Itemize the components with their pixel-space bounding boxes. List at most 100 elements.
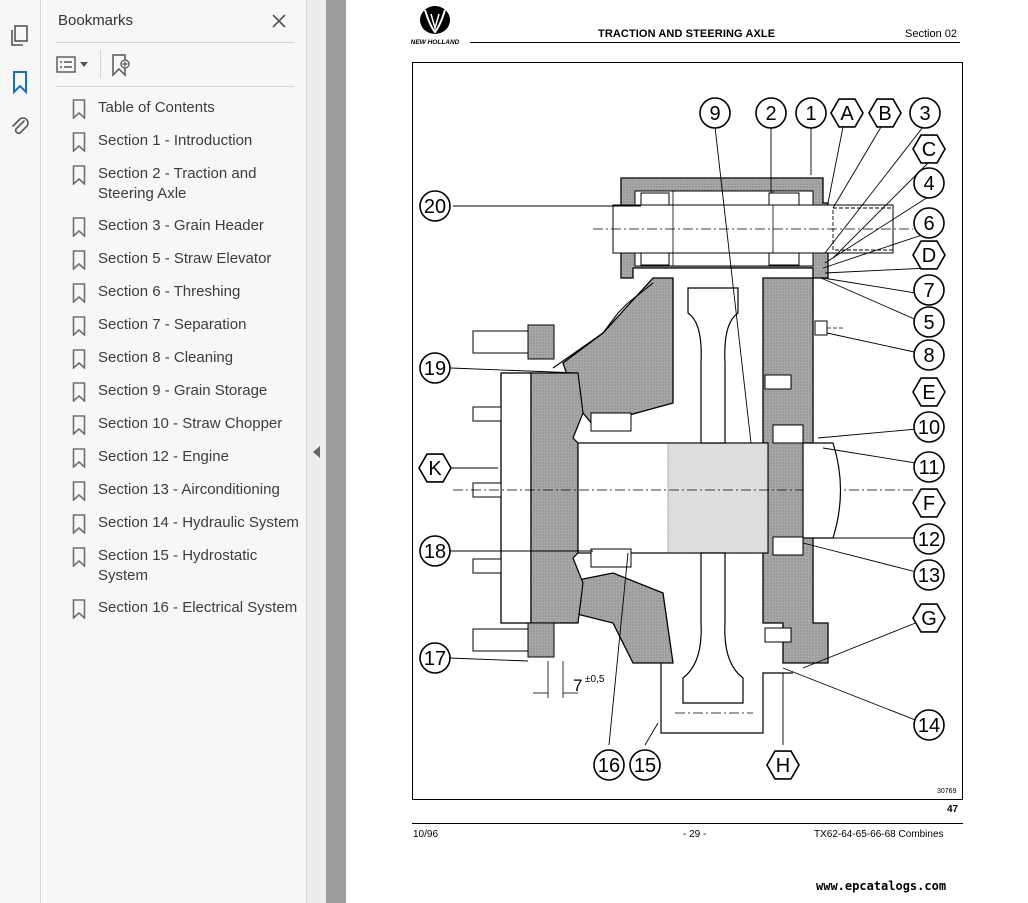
footer-rule: [412, 823, 963, 824]
add-bookmark-icon: [112, 54, 130, 77]
drawing-id: 30769: [937, 788, 957, 795]
callout-hexagon: C: [912, 134, 946, 164]
panel-collapse-gutter[interactable]: [307, 0, 326, 903]
bookmark-label: Section 9 - Grain Storage: [98, 382, 268, 399]
bookmark-label: Section 14 - Hydraulic System: [98, 514, 299, 531]
callout-circle: 6: [913, 207, 945, 239]
callout-hexagon: G: [912, 603, 946, 633]
callout-circle: 4: [913, 167, 945, 199]
footer-date: 10/96: [413, 829, 439, 840]
logo-text: NEW HOLLAND: [411, 39, 460, 46]
bookmark-list: Table of Contents Section 1 - Introductio…: [72, 98, 304, 631]
svg-text:H: H: [776, 755, 790, 777]
callout-circle: 2: [755, 97, 787, 129]
bookmark-icon: [72, 481, 86, 501]
callout-circle: 19: [419, 352, 451, 384]
bookmark-label: Section 1 - Introduction: [98, 132, 253, 149]
svg-text:E: E: [922, 382, 935, 404]
callout-hexagon: A: [830, 98, 864, 128]
axle-cross-section-figure: 7 ±0,5 1 2 3 4 5 6 7 8 9 10 11 12 13 14 …: [412, 62, 963, 800]
bookmark-label: Section 8 - Cleaning: [98, 349, 234, 366]
bookmark-item[interactable]: Section 8 - Cleaning: [72, 348, 304, 369]
bookmark-item[interactable]: Section 3 - Grain Header: [72, 216, 304, 237]
bookmark-item[interactable]: Table of Contents: [72, 98, 304, 119]
svg-text:19: 19: [424, 358, 446, 380]
svg-text:2: 2: [765, 103, 776, 125]
callout-circle: 14: [913, 709, 945, 741]
bookmark-label: Section 16 - Electrical System: [98, 599, 298, 616]
new-holland-logo: NEW HOLLAND: [410, 4, 460, 46]
callout-hexagon: D: [912, 240, 946, 270]
bookmark-item[interactable]: Section 15 - Hydrostatic System: [72, 546, 304, 586]
callout-circle: 10: [913, 411, 945, 443]
bookmark-label: Section 2 - Traction and Steering Axle: [98, 165, 257, 202]
svg-text:C: C: [922, 139, 936, 161]
document-section: Section 02: [905, 28, 957, 40]
figure-number: 47: [947, 804, 959, 815]
callout-circle: 15: [629, 749, 661, 781]
bookmark-item[interactable]: Section 13 - Airconditioning: [72, 480, 304, 501]
bookmark-label: Section 5 - Straw Elevator: [98, 250, 272, 267]
bookmark-label: Section 13 - Airconditioning: [98, 481, 280, 498]
svg-text:3: 3: [919, 103, 930, 125]
svg-text:6: 6: [923, 213, 934, 235]
callout-circle: 9: [699, 97, 731, 129]
bookmark-icon: [72, 514, 86, 534]
svg-text:5: 5: [923, 312, 934, 334]
bookmark-icon: [72, 165, 86, 185]
bookmark-icon: [72, 316, 86, 336]
bookmark-item[interactable]: Section 1 - Introduction: [72, 131, 304, 152]
callout-circle: 5: [913, 306, 945, 338]
svg-text:A: A: [840, 103, 854, 125]
svg-text:7: 7: [923, 280, 934, 302]
svg-text:13: 13: [918, 565, 940, 587]
bookmark-item[interactable]: Section 7 - Separation: [72, 315, 304, 336]
bookmark-icon: [72, 547, 86, 567]
options-menu-button[interactable]: [56, 52, 94, 78]
callout-circle: 7: [913, 274, 945, 306]
callout-circle: 16: [593, 749, 625, 781]
bookmark-label: Table of Contents: [98, 99, 215, 116]
svg-text:16: 16: [598, 755, 620, 777]
bookmark-icon: [72, 217, 86, 237]
bookmark-item[interactable]: Section 9 - Grain Storage: [72, 381, 304, 402]
callout-hexagon: F: [912, 488, 946, 518]
callout-hexagon: E: [912, 377, 946, 407]
svg-text:1: 1: [805, 103, 816, 125]
watermark: www.epcatalogs.com: [816, 879, 947, 893]
callout-circle: 8: [913, 339, 945, 371]
callout-circle: 13: [913, 559, 945, 591]
bookmark-icon[interactable]: [6, 68, 34, 96]
svg-text:15: 15: [634, 755, 656, 777]
add-bookmark-button[interactable]: [108, 51, 134, 79]
callout-hexagon: K: [418, 453, 452, 483]
svg-text:9: 9: [709, 103, 720, 125]
bookmark-icon: [72, 415, 86, 435]
svg-text:20: 20: [424, 196, 446, 218]
divider: [56, 86, 294, 87]
bookmark-item[interactable]: Section 12 - Engine: [72, 447, 304, 468]
bookmark-item[interactable]: Section 6 - Threshing: [72, 282, 304, 303]
svg-text:17: 17: [424, 648, 446, 670]
bookmark-label: Section 10 - Straw Chopper: [98, 415, 283, 432]
close-icon[interactable]: [268, 10, 290, 32]
toolbar-separator: [100, 50, 101, 78]
bookmark-item[interactable]: Section 2 - Traction and Steering Axle: [72, 164, 304, 204]
bookmark-label: Section 7 - Separation: [98, 316, 247, 333]
bookmark-item[interactable]: Section 5 - Straw Elevator: [72, 249, 304, 270]
svg-text:18: 18: [424, 541, 446, 563]
bookmark-item[interactable]: Section 16 - Electrical System: [72, 598, 304, 619]
collapse-arrow-icon[interactable]: [310, 444, 323, 460]
pages-icon[interactable]: [6, 22, 34, 50]
footer-model: TX62-64-65-66-68 Combines: [814, 829, 944, 840]
bookmark-icon: [72, 349, 86, 369]
svg-text:K: K: [428, 458, 442, 480]
bookmark-icon: [72, 132, 86, 152]
svg-text:10: 10: [918, 417, 940, 439]
callout-circle: 12: [913, 523, 945, 555]
svg-text:11: 11: [919, 457, 940, 479]
bookmark-icon: [72, 382, 86, 402]
bookmark-item[interactable]: Section 10 - Straw Chopper: [72, 414, 304, 435]
bookmark-item[interactable]: Section 14 - Hydraulic System: [72, 513, 304, 534]
attachment-icon[interactable]: [6, 112, 34, 140]
